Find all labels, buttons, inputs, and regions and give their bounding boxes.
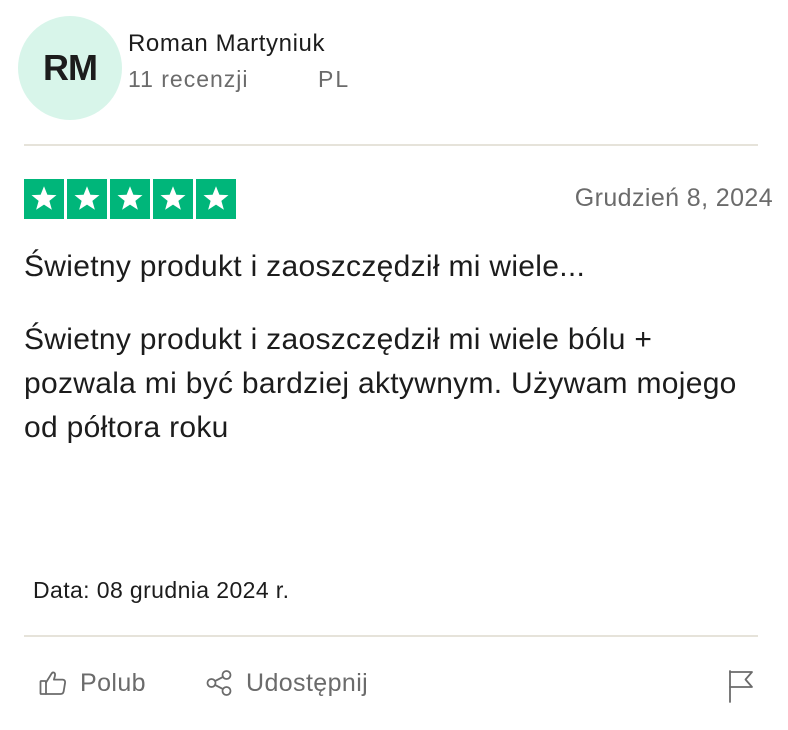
star-icon xyxy=(24,179,64,219)
share-icon xyxy=(204,668,234,698)
reviewer-name[interactable]: Roman Martyniuk xyxy=(128,30,325,58)
report-button[interactable] xyxy=(726,668,756,709)
flag-icon xyxy=(726,670,756,708)
thumbs-up-icon xyxy=(38,668,68,698)
footer-divider xyxy=(24,635,758,637)
share-label: Udostępnij xyxy=(246,668,369,697)
avatar-initials: RM xyxy=(43,47,98,88)
experience-date: Data: 08 grudnia 2024 r. xyxy=(33,577,290,603)
reviewer-review-count: 11 recenzji xyxy=(128,66,249,92)
review-title[interactable]: Świetny produkt i zaoszczędził mi wiele.… xyxy=(24,250,585,284)
star-icon xyxy=(153,179,193,219)
star-icon xyxy=(196,179,236,219)
review-body: Świetny produkt i zaoszczędził mi wiele … xyxy=(24,323,737,444)
like-label: Polub xyxy=(80,668,146,697)
star-icon xyxy=(67,179,107,219)
share-button[interactable]: Udostępnij xyxy=(204,668,368,698)
review-date: Grudzień 8, 2024 xyxy=(574,184,773,212)
star-icon xyxy=(110,179,150,219)
header-divider xyxy=(24,144,758,146)
like-button[interactable]: Polub xyxy=(38,668,146,698)
reviewer-country: PL xyxy=(318,66,351,92)
star-rating xyxy=(24,179,236,219)
avatar[interactable]: RM xyxy=(18,16,122,120)
